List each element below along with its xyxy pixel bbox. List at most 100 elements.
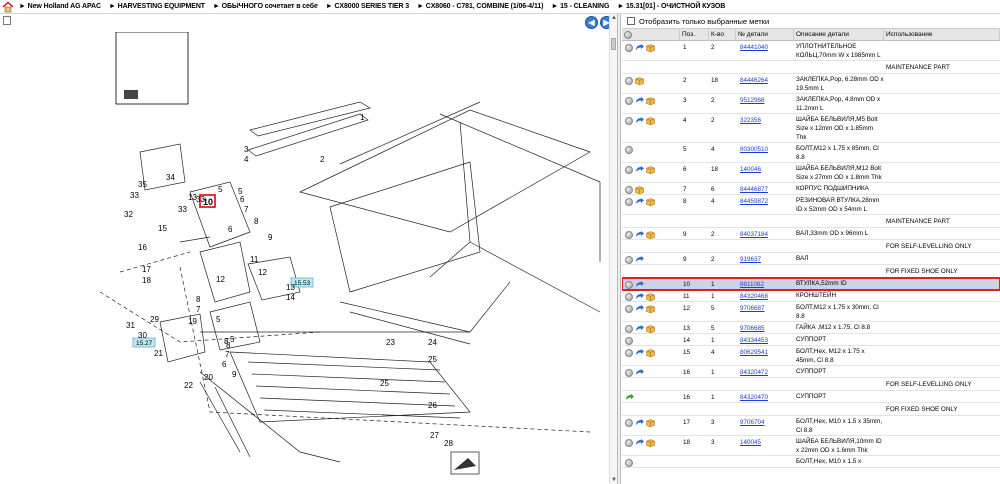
arrow-icon[interactable] xyxy=(635,369,644,377)
gear-icon[interactable] xyxy=(625,419,633,427)
table-row[interactable]: 5 4 80300510 БОЛТ,M12 x 1.75 x 85mm, Cl 8.8 xyxy=(622,143,1000,163)
arrow-icon[interactable] xyxy=(635,166,644,174)
callout-label[interactable]: 26 xyxy=(428,401,437,410)
callout-label[interactable]: 1 xyxy=(360,113,365,122)
box-icon[interactable] xyxy=(646,198,655,207)
callout-label[interactable]: 16 xyxy=(138,243,147,252)
col-header-part[interactable]: № детали xyxy=(736,28,794,41)
callout-label[interactable]: 11 xyxy=(250,255,259,264)
arrow-icon[interactable] xyxy=(635,198,644,206)
callout-label[interactable]: 6 xyxy=(222,360,227,369)
box-icon[interactable] xyxy=(635,77,644,86)
breadcrumb-item[interactable]: ► CX8060 - C781, COMBINE (1/06-4/11) xyxy=(417,3,543,10)
callout-label[interactable]: 29 xyxy=(150,315,159,324)
table-row[interactable]: 10 1 8811062 ВТУЛКА,52mm ID xyxy=(622,277,1000,291)
callout-label[interactable]: 28 xyxy=(444,439,453,448)
callout-label[interactable]: 35 xyxy=(138,180,147,189)
part-number-link[interactable]: 84446264 xyxy=(736,75,794,93)
part-number-link[interactable]: 140045 xyxy=(736,437,794,455)
table-row[interactable]: 15 4 80629541 БОЛТ,Hex, M12 x 1.75 x 45mm, … xyxy=(622,346,1000,366)
arrow-icon[interactable] xyxy=(635,293,644,301)
breadcrumb-item[interactable]: ► 15 - CLEANING xyxy=(551,3,609,10)
gear-icon[interactable] xyxy=(625,369,633,377)
box-icon[interactable] xyxy=(646,231,655,240)
callout-label[interactable]: 34 xyxy=(166,173,175,182)
gear-icon[interactable] xyxy=(625,44,633,52)
box-icon[interactable] xyxy=(646,349,655,358)
table-row[interactable]: 1 2 84441040 УПЛОТНИТЕЛЬНОЕ КОЛЬЦ,70mm W x … xyxy=(622,41,1000,61)
gear-icon[interactable] xyxy=(625,198,633,206)
scroll-thumb[interactable] xyxy=(611,38,616,50)
callout-label[interactable]: 30 xyxy=(138,331,147,340)
box-icon[interactable] xyxy=(646,117,655,126)
part-number-link[interactable]: 9706685 xyxy=(736,323,794,333)
part-number-link[interactable]: 919637 xyxy=(736,254,794,264)
part-number-link[interactable]: 84459872 xyxy=(736,196,794,214)
arrow-icon[interactable] xyxy=(635,305,644,313)
callout-label[interactable]: 33 xyxy=(196,195,205,204)
callout-label[interactable]: 25 xyxy=(380,379,389,388)
green-arrow-icon[interactable] xyxy=(625,394,634,402)
box-icon[interactable] xyxy=(646,325,655,334)
box-icon[interactable] xyxy=(646,166,655,175)
arrow-icon[interactable] xyxy=(635,256,644,264)
ref-label[interactable]: 15.27 xyxy=(136,340,153,347)
col-header-use[interactable]: Использование xyxy=(884,28,1000,41)
callout-label[interactable]: 22 xyxy=(184,381,193,390)
callout-label[interactable]: 13 xyxy=(286,283,295,292)
home-icon[interactable] xyxy=(2,0,14,13)
callout-label[interactable]: 32 xyxy=(124,210,133,219)
gear-icon[interactable] xyxy=(625,146,633,154)
callout-label[interactable]: 13 xyxy=(188,193,197,202)
table-row[interactable]: 14 1 84334453 СУППОРТ xyxy=(622,334,1000,346)
gear-icon[interactable] xyxy=(625,305,633,313)
splitter[interactable] xyxy=(617,14,621,484)
col-header-qty[interactable]: К-во xyxy=(709,28,736,41)
part-number-link[interactable]: 84320470 xyxy=(736,392,794,402)
callout-label[interactable]: 23 xyxy=(386,338,395,347)
callout-label[interactable]: 7 xyxy=(225,350,230,359)
part-number-link[interactable]: 9706704 xyxy=(736,417,794,435)
table-row[interactable]: 4 2 322356 ШАЙБА БЕЛЬВИЛЯ,M5 Bolt Size x 12… xyxy=(622,114,1000,143)
part-number-link[interactable]: 8811062 xyxy=(736,279,794,289)
part-number-link[interactable]: 80300510 xyxy=(736,144,794,162)
table-row[interactable]: 12 5 9706687 БОЛТ,M12 x 1.75 x 30mm, Cl 8.8 xyxy=(622,302,1000,322)
callout-label[interactable]: 6 xyxy=(240,195,245,204)
arrow-icon[interactable] xyxy=(635,281,644,289)
callout-label[interactable]: 9 xyxy=(232,370,237,379)
gear-icon[interactable] xyxy=(625,337,633,345)
table-row[interactable]: 17 3 9706704 БОЛТ,Hex, M10 x 1.5 x 35mm, Cl… xyxy=(622,416,1000,436)
callout-label[interactable]: 17 xyxy=(142,265,151,274)
back-button[interactable]: ◀ xyxy=(585,16,598,29)
callout-label[interactable]: 19 xyxy=(188,317,197,326)
table-row[interactable]: 13 5 9706685 ГАЙКА ,M12 x 1.75, Cl 8.8 xyxy=(622,322,1000,334)
breadcrumb-item[interactable]: ► ОБЫЧНОГО сочетает в себе xyxy=(213,3,318,10)
callout-label[interactable]: 33 xyxy=(178,205,187,214)
callout-label[interactable]: 6 xyxy=(228,225,233,234)
part-number-link[interactable]: 84320468 xyxy=(736,291,794,301)
gear-icon[interactable] xyxy=(625,256,633,264)
callout-label[interactable]: 5 xyxy=(218,185,223,194)
table-row[interactable]: 7 6 84446877 КОРПУС ПОДШИПНИКА xyxy=(622,183,1000,195)
fit-toggle-icon[interactable] xyxy=(3,16,11,25)
table-row[interactable]: 2 18 84446264 ЗАКЛЕПКА,Pop, 6.28mm OD x 19.… xyxy=(622,74,1000,94)
callout-label[interactable]: 8 xyxy=(254,217,259,226)
gear-icon[interactable] xyxy=(625,97,633,105)
table-row[interactable]: 6 18 140046 ШАЙБА БЕЛЬВИЛЯ,M12 Bolt Size x … xyxy=(622,163,1000,183)
table-row[interactable]: БОЛТ,Hex, M10 x 1.5 x xyxy=(622,456,1000,468)
table-row[interactable]: 9 2 84037184 ВАЛ,33mm OD x 96mm L xyxy=(622,228,1000,240)
arrow-icon[interactable] xyxy=(635,325,644,333)
callout-label[interactable]: 2 xyxy=(320,155,325,164)
gear-icon[interactable] xyxy=(624,30,632,39)
table-row[interactable]: 3 2 9512968 ЗАКЛЕПКА,Pop, 4.8mm OD x 11.2mm… xyxy=(622,94,1000,114)
gear-icon[interactable] xyxy=(625,293,633,301)
gear-icon[interactable] xyxy=(625,349,633,357)
callout-label[interactable]: 8 xyxy=(224,337,229,346)
part-number-link[interactable]: 84441040 xyxy=(736,42,794,60)
arrow-icon[interactable] xyxy=(635,97,644,105)
gear-icon[interactable] xyxy=(625,77,633,85)
callout-label[interactable]: 3 xyxy=(244,145,249,154)
arrow-icon[interactable] xyxy=(635,419,644,427)
part-number-link[interactable]: 322356 xyxy=(736,115,794,142)
box-icon[interactable] xyxy=(635,186,644,195)
